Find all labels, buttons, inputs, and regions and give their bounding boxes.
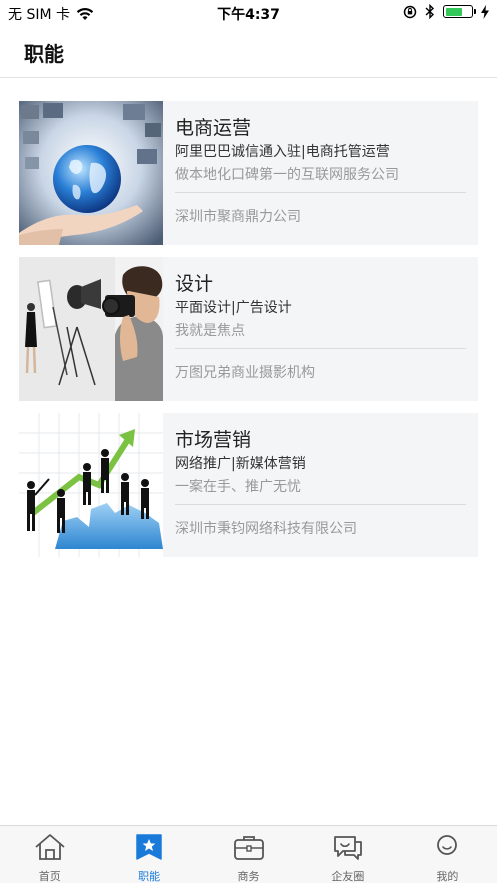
bottom-tab-bar: 首页 职能 商务 企友圈 我的 bbox=[0, 825, 497, 883]
tab-label: 企友圈 bbox=[331, 870, 365, 883]
tab-business[interactable]: 商务 bbox=[199, 826, 298, 883]
card-title: 设计 bbox=[175, 273, 214, 295]
card-subtitle: 网络推广|新媒体营销 bbox=[175, 456, 306, 472]
tab-label: 商务 bbox=[237, 870, 260, 883]
status-bar: 无 SIM 卡 下午4:37 bbox=[0, 0, 497, 26]
tab-home[interactable]: 首页 bbox=[0, 826, 99, 883]
card-body: 设计 平面设计|广告设计 我就是焦点 万图兄弟商业摄影机构 bbox=[163, 257, 478, 401]
tab-functions[interactable]: 职能 bbox=[99, 826, 198, 883]
card-body: 电商运营 阿里巴巴诚信通入驻|电商托管运营 做本地化口碑第一的互联网服务公司 深… bbox=[163, 101, 478, 245]
tab-label: 职能 bbox=[138, 870, 161, 883]
battery-icon bbox=[443, 5, 476, 18]
card-divider bbox=[175, 348, 466, 349]
bluetooth-icon bbox=[425, 4, 435, 19]
briefcase-icon bbox=[233, 836, 264, 860]
card-title: 市场营销 bbox=[175, 429, 252, 451]
service-card[interactable]: 市场营销 网络推广|新媒体营销 一案在手、推广无忧 深圳市秉钧网络科技有限公司 bbox=[19, 413, 478, 557]
battery-level bbox=[445, 7, 463, 16]
card-company: 深圳市秉钧网络科技有限公司 bbox=[175, 521, 357, 537]
card-description: 做本地化口碑第一的互联网服务公司 bbox=[175, 167, 399, 183]
card-divider bbox=[175, 504, 466, 505]
card-company: 万图兄弟商业摄影机构 bbox=[175, 365, 315, 381]
page-title: 职能 bbox=[24, 42, 64, 66]
card-image-business-growth bbox=[19, 413, 163, 557]
service-card[interactable]: 电商运营 阿里巴巴诚信通入驻|电商托管运营 做本地化口碑第一的互联网服务公司 深… bbox=[19, 101, 478, 245]
card-body: 市场营销 网络推广|新媒体营销 一案在手、推广无忧 深圳市秉钧网络科技有限公司 bbox=[163, 413, 478, 557]
home-icon bbox=[35, 834, 65, 860]
page-header: 职能 bbox=[0, 26, 497, 78]
tab-label: 我的 bbox=[436, 870, 459, 883]
tab-community[interactable]: 企友圈 bbox=[298, 826, 397, 883]
service-card[interactable]: 设计 平面设计|广告设计 我就是焦点 万图兄弟商业摄影机构 bbox=[19, 257, 478, 401]
card-subtitle: 阿里巴巴诚信通入驻|电商托管运营 bbox=[175, 144, 390, 160]
charging-icon bbox=[481, 4, 489, 19]
chat-bubbles-icon bbox=[334, 836, 362, 860]
card-image-photographer-studio bbox=[19, 257, 163, 401]
card-description: 我就是焦点 bbox=[175, 323, 245, 339]
star-bookmark-icon bbox=[136, 834, 162, 860]
card-divider bbox=[175, 192, 466, 193]
status-right bbox=[403, 4, 489, 19]
tab-label: 首页 bbox=[38, 870, 61, 883]
card-description: 一案在手、推广无忧 bbox=[175, 479, 301, 495]
card-subtitle: 平面设计|广告设计 bbox=[175, 300, 292, 316]
service-card-list: 电商运营 阿里巴巴诚信通入驻|电商托管运营 做本地化口碑第一的互联网服务公司 深… bbox=[19, 101, 478, 569]
card-company: 深圳市聚商鼎力公司 bbox=[175, 209, 301, 225]
card-image-globe-in-hands bbox=[19, 101, 163, 245]
tab-mine[interactable]: 我的 bbox=[398, 826, 497, 883]
card-title: 电商运营 bbox=[175, 117, 252, 139]
orientation-lock-icon bbox=[403, 5, 417, 18]
user-icon bbox=[437, 835, 458, 855]
